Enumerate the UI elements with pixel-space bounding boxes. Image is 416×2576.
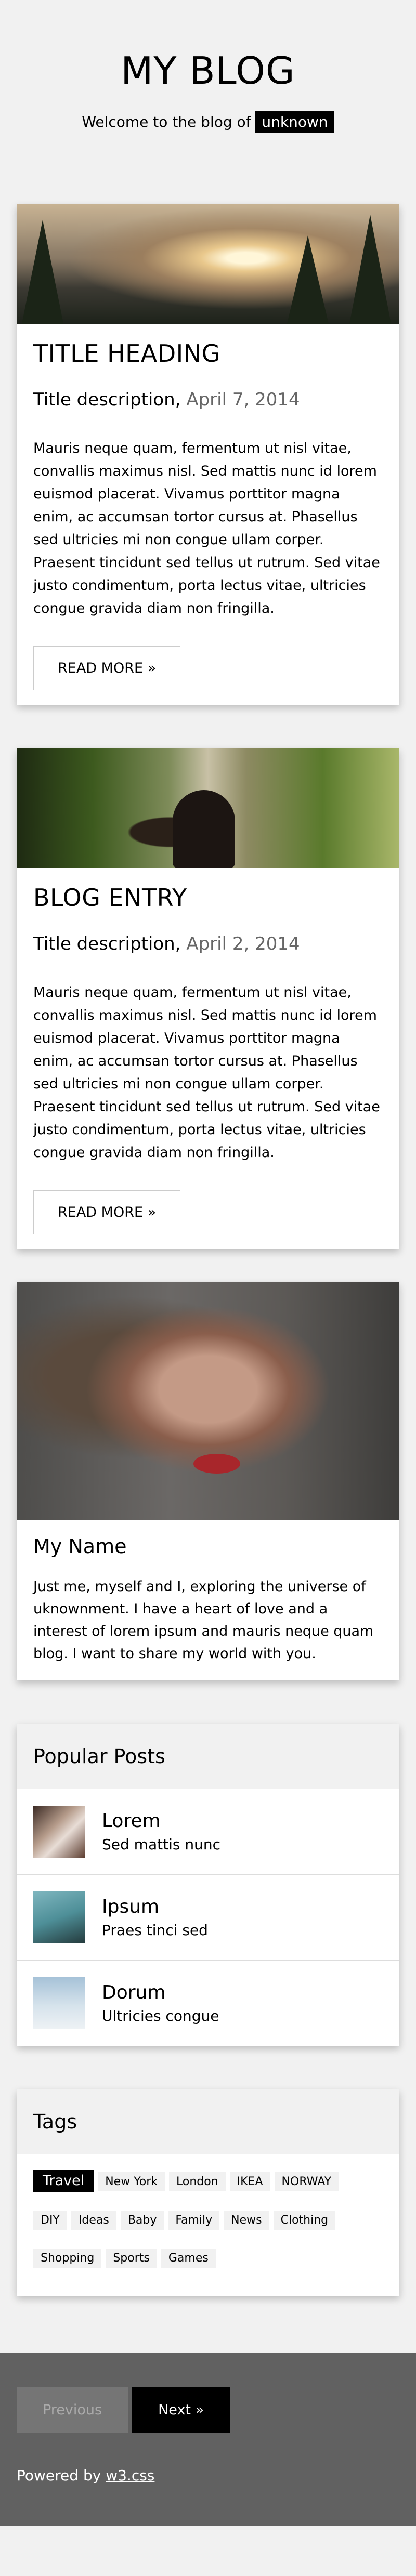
powered-by: Powered by w3.css bbox=[17, 2467, 399, 2484]
tag-clothing[interactable]: Clothing bbox=[273, 2211, 336, 2230]
w3css-link[interactable]: w3.css bbox=[106, 2467, 154, 2484]
post-subtitle: Ultricies congue bbox=[102, 2007, 219, 2025]
site-footer: Previous Next » Powered by w3.css bbox=[0, 2353, 416, 2526]
tag-norway[interactable]: NORWAY bbox=[274, 2172, 339, 2191]
tag-ideas[interactable]: Ideas bbox=[71, 2211, 116, 2230]
popular-post-item[interactable]: Ipsum Praes tinci sed bbox=[17, 1874, 399, 1960]
entry-description: Title description, bbox=[33, 389, 181, 410]
entry-body: Mauris neque quam, fermentum ut nisl vit… bbox=[33, 440, 380, 616]
tag-travel[interactable]: Travel bbox=[33, 2170, 94, 2192]
post-title: Dorum bbox=[102, 1982, 166, 2003]
tag-baby[interactable]: Baby bbox=[120, 2211, 164, 2230]
site-header: MY BLOG Welcome to the blog of unknown bbox=[0, 0, 416, 135]
site-title: MY BLOG bbox=[121, 49, 295, 93]
pagination: Previous Next » bbox=[17, 2387, 399, 2433]
blog-entry-card: TITLE HEADING Title description, April 7… bbox=[17, 204, 399, 705]
next-button[interactable]: Next » bbox=[132, 2387, 230, 2433]
entry-description: Title description, bbox=[33, 934, 181, 954]
profile-card: My Name Just me, myself and I, exploring… bbox=[17, 1282, 399, 1680]
previous-button[interactable]: Previous bbox=[17, 2387, 128, 2433]
read-more-button[interactable]: READ MORE » bbox=[33, 646, 181, 690]
post-subtitle: Praes tinci sed bbox=[102, 1922, 208, 1939]
entry-date: April 7, 2014 bbox=[186, 389, 300, 410]
entry-image-mountains bbox=[17, 204, 399, 324]
popular-post-item[interactable]: Lorem Sed mattis nunc bbox=[17, 1789, 399, 1874]
entry-title: TITLE HEADING bbox=[33, 339, 220, 367]
post-thumbnail bbox=[33, 1977, 85, 2029]
tag-london[interactable]: London bbox=[169, 2172, 226, 2191]
post-thumbnail bbox=[33, 1891, 85, 1943]
tag-sports[interactable]: Sports bbox=[106, 2249, 157, 2268]
page: MY BLOG Welcome to the blog of unknown T… bbox=[0, 0, 416, 2526]
post-title: Ipsum bbox=[102, 1896, 160, 1917]
entry-title: BLOG ENTRY bbox=[33, 884, 187, 912]
tag-new-york[interactable]: New York bbox=[98, 2172, 165, 2191]
popular-posts-heading: Popular Posts bbox=[17, 1724, 399, 1789]
entry-body: Mauris neque quam, fermentum ut nisl vit… bbox=[33, 984, 380, 1161]
entry-subtitle: Title description, April 2, 2014 bbox=[33, 934, 383, 954]
tag-family[interactable]: Family bbox=[168, 2211, 220, 2230]
popular-post-item[interactable]: Dorum Ultricies congue bbox=[17, 1960, 399, 2046]
tags-heading: Tags bbox=[17, 2089, 399, 2154]
tag-news[interactable]: News bbox=[224, 2211, 269, 2230]
tag-diy[interactable]: DIY bbox=[33, 2211, 67, 2230]
welcome-line: Welcome to the blog of unknown bbox=[0, 111, 416, 133]
read-more-button[interactable]: READ MORE » bbox=[33, 1190, 181, 1234]
welcome-text: Welcome to the blog of bbox=[82, 113, 251, 130]
entry-subtitle: Title description, April 7, 2014 bbox=[33, 389, 383, 410]
post-subtitle: Sed mattis nunc bbox=[102, 1835, 220, 1853]
post-title: Lorem bbox=[102, 1810, 161, 1832]
profile-photo bbox=[17, 1282, 399, 1520]
tag-games[interactable]: Games bbox=[161, 2249, 216, 2268]
entry-image-bridge bbox=[17, 748, 399, 868]
tags-panel: Tags Travel New York London IKEA NORWAY DIY I… bbox=[17, 2089, 399, 2296]
profile-bio: Just me, myself and I, exploring the uni… bbox=[33, 1579, 374, 1662]
tag-shopping[interactable]: Shopping bbox=[33, 2249, 102, 2268]
blog-entry-card: BLOG ENTRY Title description, April 2, 2… bbox=[17, 748, 399, 1249]
profile-name: My Name bbox=[33, 1535, 127, 1558]
powered-by-text: Powered by bbox=[17, 2467, 101, 2484]
popular-posts-panel: Popular Posts Lorem Sed mattis nunc Ipsu… bbox=[17, 1724, 399, 2046]
tag-ikea[interactable]: IKEA bbox=[229, 2172, 270, 2191]
entry-date: April 2, 2014 bbox=[186, 934, 300, 954]
post-thumbnail bbox=[33, 1805, 85, 1858]
user-badge: unknown bbox=[255, 111, 334, 133]
